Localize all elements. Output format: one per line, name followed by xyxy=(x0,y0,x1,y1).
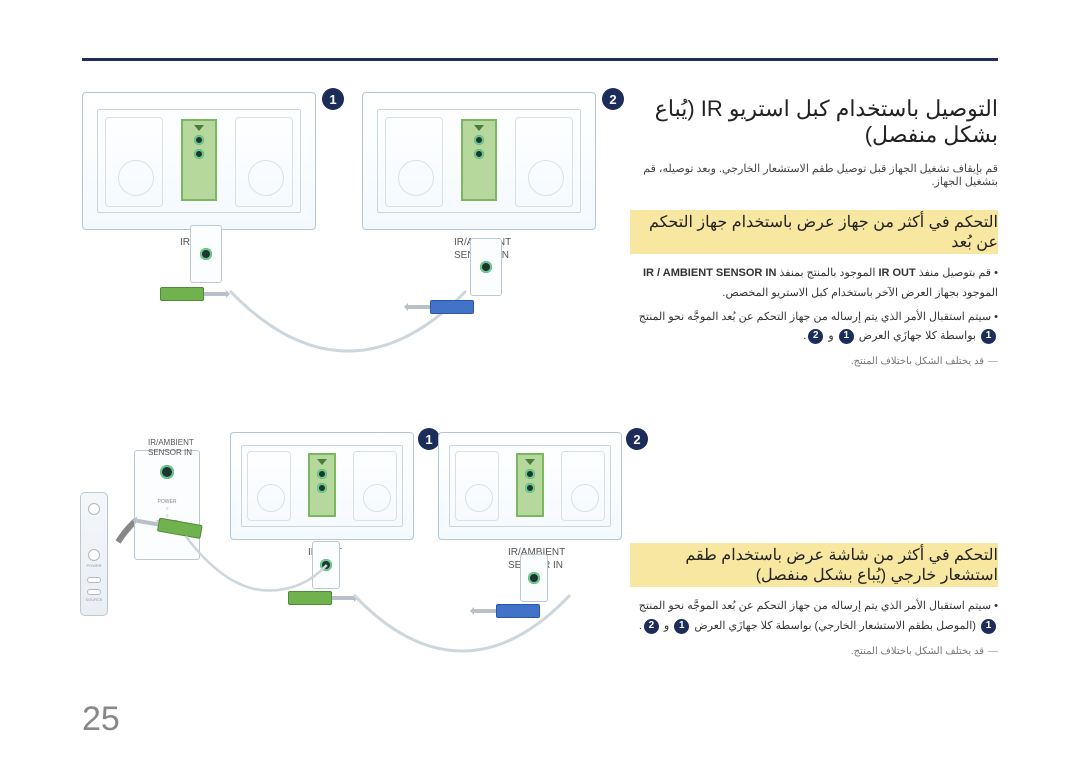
s1b2-pre: سيتم استقبال الأمر الذي يتم إرساله من جه… xyxy=(639,311,991,323)
display-back-2-small xyxy=(438,432,622,540)
display-2-cell: 2 IR/AMBIENT SENSOR IN xyxy=(362,92,618,348)
display-back-1 xyxy=(82,92,316,230)
badge-1-inline-c: 1 xyxy=(981,619,996,634)
jack-box-icon xyxy=(470,238,502,296)
badge-2-inline: 2 xyxy=(808,329,823,344)
badge-1-inline-d: 1 xyxy=(674,619,689,634)
speaker-ghost-icon xyxy=(561,451,605,521)
jack-box-icon xyxy=(520,554,548,602)
blue-plug-icon xyxy=(404,300,474,314)
section2-note: قد يختلف الشكل باختلاف المنتج. xyxy=(630,643,998,661)
speaker-ghost-icon xyxy=(455,451,499,521)
section2-heading: التحكم في أكثر من شاشة عرض باستخدام طقم … xyxy=(630,543,998,587)
port-strip-icon xyxy=(308,453,336,517)
intro-text: قم بإيقاف تشغيل الجهاز قبل توصيل طقم الا… xyxy=(630,162,998,188)
speaker-ghost-icon xyxy=(353,451,397,521)
badge-1-inline-b: 1 xyxy=(839,329,854,344)
green-plug-icon xyxy=(160,287,230,301)
section1-bullets: • قم بتوصيل منفذ IR OUT الموجود بالمنتج … xyxy=(630,264,998,371)
remote-control-icon: POWER SOURCE xyxy=(80,492,108,616)
port-strip-icon xyxy=(181,119,217,201)
speaker-ghost-icon xyxy=(105,117,163,207)
s1b1-bold2: IR / AMBIENT SENSOR IN xyxy=(643,267,776,279)
cable-curve-icon xyxy=(184,525,354,605)
section2-bullets: • سيتم استقبال الأمر الذي يتم إرساله من … xyxy=(630,597,998,661)
port-strip-icon xyxy=(461,119,497,201)
diagram-row-1: 1 IR OUT xyxy=(82,92,630,348)
section1-bullet1: • قم بتوصيل منفذ IR OUT الموجود بالمنتج … xyxy=(630,264,998,304)
speaker-ghost-icon xyxy=(247,451,291,521)
s2b-mid: (الموصل بطقم الاستشعار الخارجي) بواسطة ك… xyxy=(691,620,979,632)
jack-box-icon xyxy=(190,225,222,283)
text-column: التوصيل باستخدام كبل استريو IR (يُباع بش… xyxy=(630,96,998,661)
speaker-ghost-icon xyxy=(515,117,573,207)
s1b1-bold1: IR OUT xyxy=(878,267,915,279)
label-ir-ambient-in-ext: IR/AMBIENT SENSOR IN xyxy=(148,438,194,459)
page-number: 25 xyxy=(82,700,120,739)
section2-bullet: • سيتم استقبال الأمر الذي يتم إرساله من … xyxy=(630,597,998,637)
section1-note: قد يختلف الشكل باختلاف المنتج. xyxy=(630,353,998,371)
display-back-2 xyxy=(362,92,596,230)
s2b-end: . xyxy=(639,620,642,632)
display-1-cell: 1 IR OUT xyxy=(82,92,338,348)
s2b-pre: سيتم استقبال الأمر الذي يتم إرساله من جه… xyxy=(639,600,991,612)
section1-bullet2: • سيتم استقبال الأمر الذي يتم إرساله من … xyxy=(630,308,998,348)
s1b2-and: و xyxy=(825,330,836,342)
display-1-badge: 1 xyxy=(322,88,344,110)
s1b2-end: . xyxy=(803,330,806,342)
section-title: التوصيل باستخدام كبل استريو IR (يُباع بش… xyxy=(630,96,998,148)
display-2-badge: 2 xyxy=(602,88,624,110)
s1b1-post: الموجود بجهاز العرض الآخر باستخدام كبل ا… xyxy=(722,287,998,299)
speaker-ghost-icon xyxy=(385,117,443,207)
speaker-ghost-icon xyxy=(235,117,293,207)
sensor-power-label: POWER xyxy=(158,499,177,505)
port-strip-icon xyxy=(516,453,544,517)
diagram-row-2: POWER SOURCE POWER○○SOURCE IR/AMBIENT SE… xyxy=(82,396,630,646)
diagram-column: 1 IR OUT xyxy=(82,92,630,646)
s1b2-mid: بواسطة كلا جهازَي العرض xyxy=(856,330,979,342)
display-1-badge-b: 1 xyxy=(418,428,440,450)
remote-source-label: SOURCE xyxy=(81,597,107,602)
s1b1-pre: قم بتوصيل منفذ xyxy=(916,267,991,279)
blue-plug-icon xyxy=(470,604,540,618)
s2b-and: و xyxy=(661,620,672,632)
display-2-badge-b: 2 xyxy=(626,428,648,450)
display-back-1-small xyxy=(230,432,414,540)
s1b1-mid: الموجود بالمنتج بمنفذ xyxy=(776,267,878,279)
page-top-rule xyxy=(82,58,998,61)
remote-power-label: POWER xyxy=(81,563,107,568)
badge-1-inline: 1 xyxy=(981,329,996,344)
section1-heading: التحكم في أكثر من جهاز عرض باستخدام جهاز… xyxy=(630,210,998,254)
badge-2-inline-b: 2 xyxy=(644,619,659,634)
